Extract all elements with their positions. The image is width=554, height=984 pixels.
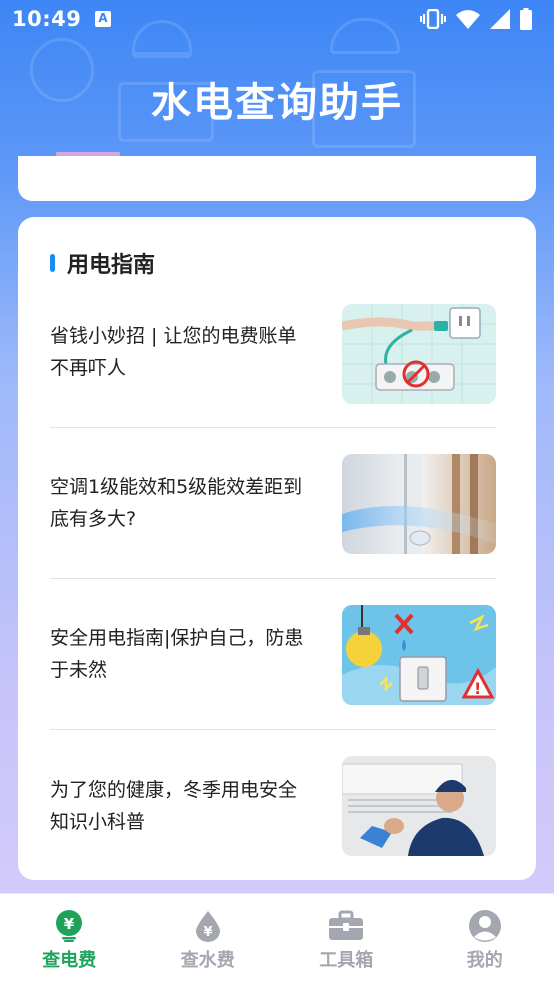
wifi-icon (456, 10, 480, 29)
tab-toolbox[interactable]: 工具箱 (277, 894, 416, 984)
water-fee-icon: ¥ (195, 911, 220, 942)
electricity-fee-icon: ¥ (56, 910, 83, 942)
tab-label: 查电费 (42, 950, 97, 971)
tab-label: 查水费 (180, 950, 235, 971)
ac-repair-image (342, 756, 496, 856)
power-strip-image (342, 304, 496, 404)
tab-label: 工具箱 (319, 950, 374, 971)
article-item[interactable]: 省钱小妙招 | 让您的电费账单不再吓人 (50, 277, 496, 428)
article-item[interactable]: 安全用电指南|保护自己，防患于未然 ! (50, 579, 496, 730)
electric-safety-image: ! (342, 605, 496, 705)
app-title: 水电查询助手 (151, 80, 403, 126)
guide-header: 用电指南 (50, 247, 155, 279)
section-accent-bar (50, 254, 55, 272)
tab-electricity-fee[interactable]: ¥ 查电费 (0, 894, 139, 984)
a-icon: A (95, 11, 112, 27)
svg-text:!: ! (474, 679, 481, 698)
vibrate-icon (420, 9, 446, 29)
tab-water-fee[interactable]: ¥ 查水费 (139, 894, 278, 984)
air-conditioner-image (342, 454, 496, 554)
tab-label: 我的 (466, 950, 503, 971)
bottom-tab-bar: ¥ 查电费 ¥ 查水费 工具箱 我的 (0, 893, 554, 984)
article-title: 为了您的健康，冬季用电安全知识小科普 (50, 778, 298, 833)
status-time: 10:49 (12, 7, 82, 31)
electricity-guide-card: 用电指南 省钱小妙招 | 让您的电费账单不再吓人 空调1级能效和5级能效差距到底… (18, 217, 536, 880)
article-title: 空调1级能效和5级能效差距到底有多大? (50, 476, 303, 530)
article-item[interactable]: 空调1级能效和5级能效差距到底有多大? (50, 428, 496, 579)
signal-icon (490, 9, 510, 29)
article-title: 安全用电指南|保护自己，防患于未然 (50, 627, 304, 681)
svg-text:¥: ¥ (64, 915, 75, 933)
article-item[interactable]: 为了您的健康，冬季用电安全知识小科普 (50, 730, 496, 881)
tab-profile[interactable]: 我的 (416, 894, 554, 984)
guide-title: 用电指南 (67, 253, 156, 278)
svg-text:¥: ¥ (203, 925, 212, 940)
status-bar: 10:49 A (0, 0, 554, 38)
toolbox-icon (329, 910, 364, 940)
profile-icon (468, 910, 501, 942)
query-card (18, 156, 536, 201)
article-title: 省钱小妙招 | 让您的电费账单不再吓人 (50, 325, 297, 379)
battery-icon (520, 8, 532, 30)
